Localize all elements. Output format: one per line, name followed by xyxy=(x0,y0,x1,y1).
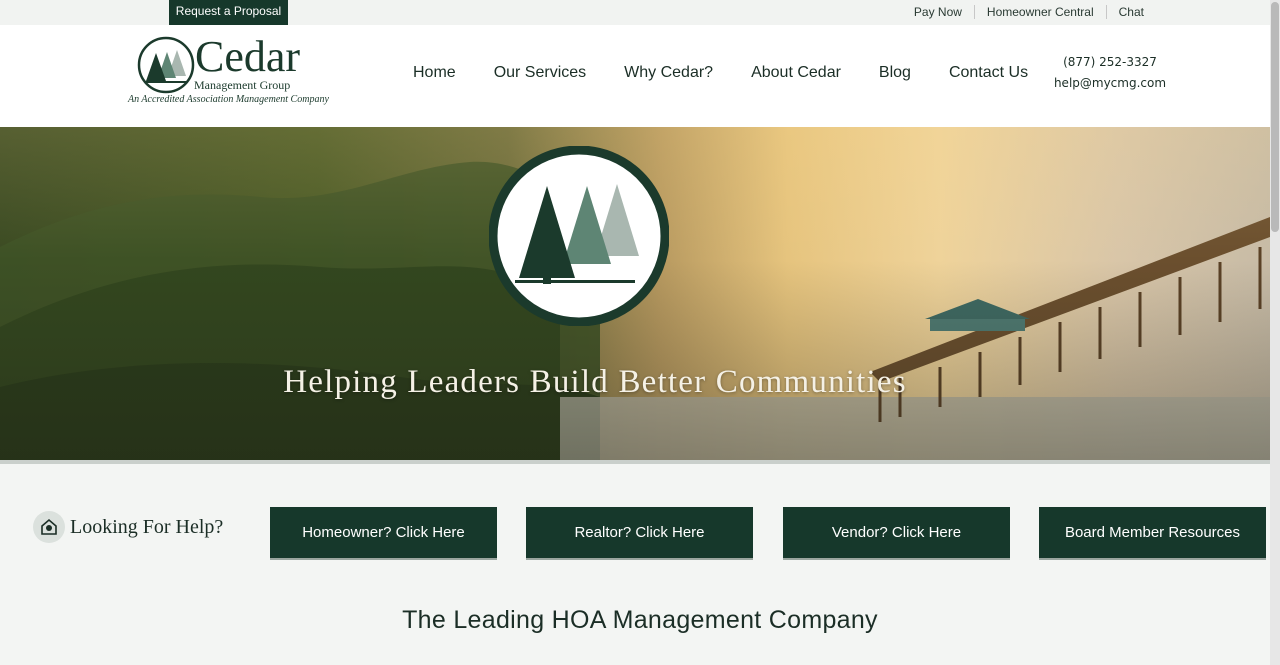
help-label: Looking For Help? xyxy=(70,515,224,538)
nav-home[interactable]: Home xyxy=(413,64,456,82)
divider xyxy=(1105,5,1107,19)
nav-about-cedar[interactable]: About Cedar xyxy=(751,64,841,82)
hero-title: Helping Leaders Build Better Communities xyxy=(283,364,907,400)
homeowner-button[interactable]: Homeowner? Click Here xyxy=(270,507,497,558)
request-proposal-button[interactable]: Request a Proposal xyxy=(169,0,288,27)
logo-tagline: An Accredited Association Management Com… xyxy=(128,94,329,105)
logo-wordmark: Cedar xyxy=(195,32,301,81)
contact-info: (877) 252-3327 help@mycmg.com xyxy=(1040,52,1180,94)
utility-bar: Request a Proposal Pay Now Homeowner Cen… xyxy=(0,0,1270,27)
homeowner-central-link[interactable]: Homeowner Central xyxy=(987,5,1094,19)
pay-now-link[interactable]: Pay Now xyxy=(914,5,962,19)
tree-logo-icon xyxy=(489,146,669,326)
main-nav: Home Our Services Why Cedar? About Cedar… xyxy=(413,64,1066,82)
chat-link[interactable]: Chat xyxy=(1119,5,1144,19)
divider xyxy=(973,5,975,19)
board-member-button[interactable]: Board Member Resources xyxy=(1039,507,1266,558)
utility-links: Pay Now Homeowner Central Chat xyxy=(914,5,1144,19)
cedar-logo[interactable]: Cedar Management Group An Accredited Ass… xyxy=(128,32,348,109)
email-address[interactable]: help@mycmg.com xyxy=(1040,73,1180,94)
tree-logo-icon xyxy=(137,36,195,94)
realtor-button[interactable]: Realtor? Click Here xyxy=(526,507,753,558)
page-scrollbar[interactable] xyxy=(1270,0,1280,665)
section-heading: The Leading HOA Management Company xyxy=(402,606,878,634)
help-eye-icon xyxy=(33,511,65,543)
hero-divider xyxy=(0,460,1270,464)
site-header: Cedar Management Group An Accredited Ass… xyxy=(0,25,1270,127)
nav-our-services[interactable]: Our Services xyxy=(494,64,586,82)
vendor-button[interactable]: Vendor? Click Here xyxy=(783,507,1010,558)
nav-contact-us[interactable]: Contact Us xyxy=(949,64,1028,82)
nav-why-cedar[interactable]: Why Cedar? xyxy=(624,64,713,82)
nav-blog[interactable]: Blog xyxy=(879,64,911,82)
scrollbar-thumb[interactable] xyxy=(1271,2,1279,232)
help-section: Looking For Help? xyxy=(33,511,223,543)
phone-number[interactable]: (877) 252-3327 xyxy=(1040,52,1180,73)
logo-subtitle: Management Group xyxy=(194,78,291,92)
